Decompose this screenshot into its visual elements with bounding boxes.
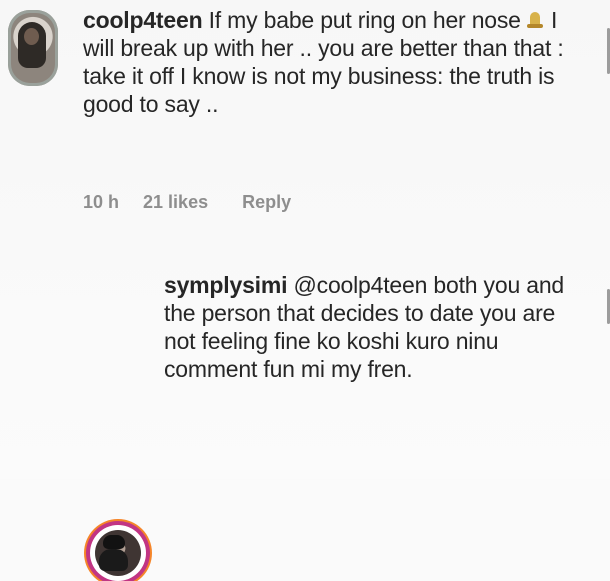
reply-mention[interactable]: @coolp4teen bbox=[294, 272, 428, 298]
emoji-icon bbox=[526, 10, 543, 30]
comment-reply: symplysimi @coolp4teen both you and the … bbox=[0, 255, 610, 581]
instagram-comment-thread: coolp4teen If my babe put ring on her no… bbox=[0, 0, 610, 581]
avatar[interactable] bbox=[90, 525, 146, 581]
avatar-shoulders bbox=[99, 549, 128, 571]
comment-parent: coolp4teen If my babe put ring on her no… bbox=[0, 0, 610, 230]
comment-time: 10 h bbox=[83, 191, 120, 212]
comment-username[interactable]: coolp4teen bbox=[83, 7, 203, 33]
avatar[interactable] bbox=[8, 10, 58, 86]
reply-text: symplysimi @coolp4teen both you and the … bbox=[164, 271, 589, 383]
reply-button[interactable]: Reply bbox=[242, 192, 291, 213]
comment-text: coolp4teen If my babe put ring on her no… bbox=[83, 6, 588, 118]
comment-meta: 10 h 21 likes Reply bbox=[83, 190, 291, 214]
reply-username[interactable]: symplysimi bbox=[164, 272, 287, 298]
avatar-face bbox=[24, 28, 39, 45]
comment-text-before-emoji: If my babe put ring on her nose bbox=[202, 7, 521, 33]
comment-likes[interactable]: 21 likes bbox=[143, 192, 208, 213]
avatar-cap bbox=[103, 535, 125, 549]
